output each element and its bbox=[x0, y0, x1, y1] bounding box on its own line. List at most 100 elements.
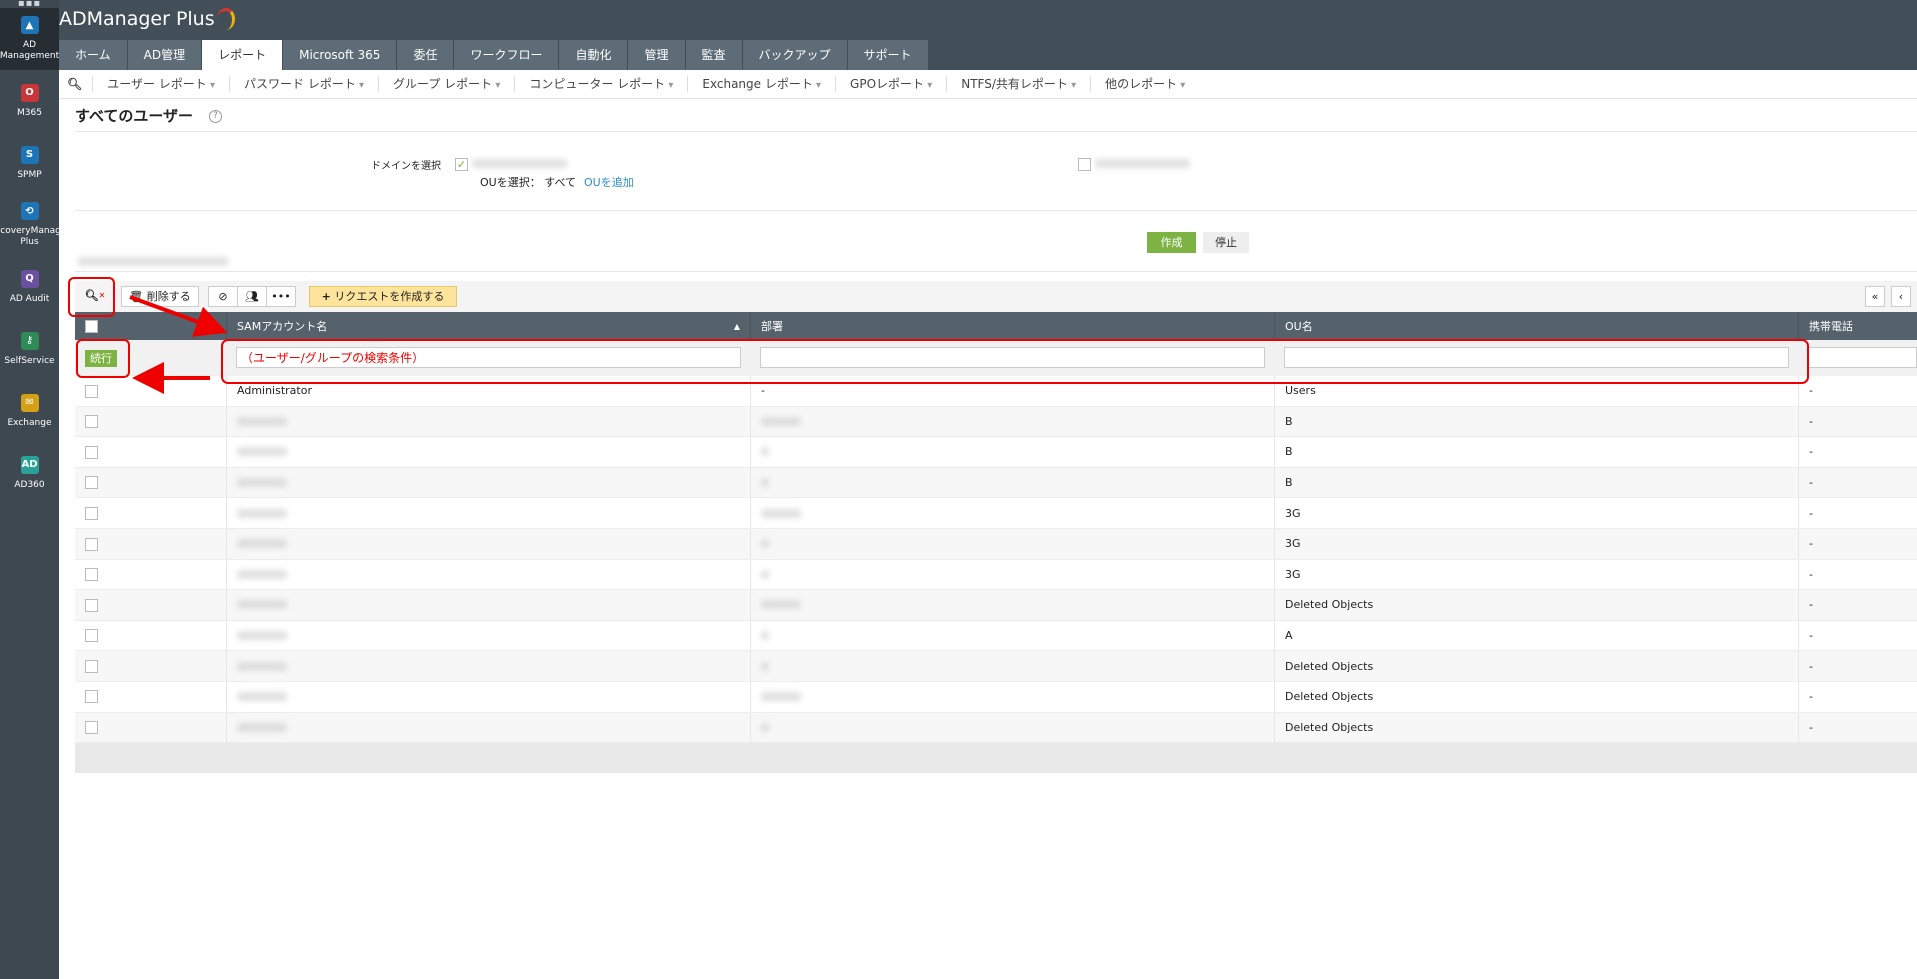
subnav-menu[interactable]: パスワード レポート bbox=[229, 76, 378, 92]
subnav-menu[interactable]: NTFS/共有レポート bbox=[946, 76, 1090, 92]
table-row[interactable]: Deleted Objects - bbox=[75, 712, 1917, 744]
column-header[interactable]: SAMアカウント名 ▲ bbox=[226, 312, 750, 340]
more-button[interactable]: ••• bbox=[266, 286, 296, 307]
row-checkbox[interactable] bbox=[85, 415, 98, 429]
column-header[interactable]: OU名 bbox=[1274, 312, 1798, 340]
sidebar-item-m365[interactable]: O M365 bbox=[0, 70, 59, 132]
redacted-dept bbox=[761, 631, 769, 641]
tab-2[interactable]: レポート bbox=[202, 40, 283, 70]
table-row[interactable]: Administrator - Users - bbox=[75, 376, 1917, 407]
redacted-name bbox=[237, 416, 287, 426]
row-checkbox[interactable] bbox=[85, 445, 98, 459]
first-page-button[interactable]: « bbox=[1865, 286, 1885, 307]
row-checkbox[interactable] bbox=[85, 629, 98, 643]
table-row[interactable]: Deleted Objects - bbox=[75, 590, 1917, 621]
table-row[interactable]: Deleted Objects - bbox=[75, 681, 1917, 713]
go-button[interactable]: 続行 bbox=[85, 349, 117, 367]
tab-10[interactable]: サポート bbox=[847, 40, 928, 70]
subnav-menu[interactable]: ユーザー レポート bbox=[92, 76, 229, 92]
table-row[interactable]: B- bbox=[75, 437, 1917, 468]
sort-asc-icon: ▲ bbox=[733, 321, 740, 331]
dept-filter-input[interactable] bbox=[760, 347, 1265, 368]
table-row[interactable]: 3G - bbox=[75, 498, 1917, 529]
create-request-button[interactable]: + リクエストを作成する bbox=[309, 286, 457, 307]
domain-checkbox-2[interactable] bbox=[1078, 157, 1190, 171]
tab-8[interactable]: 監査 bbox=[685, 40, 742, 70]
redacted-dept bbox=[761, 508, 801, 518]
subnav-menu[interactable]: グループ レポート bbox=[378, 76, 514, 92]
disable-icon[interactable]: ⊘ bbox=[208, 286, 238, 307]
product-icon: ⟲ bbox=[20, 202, 39, 220]
generate-button[interactable]: 作成 bbox=[1147, 232, 1196, 253]
cell-ou: Users bbox=[1285, 384, 1316, 398]
row-checkbox[interactable] bbox=[85, 598, 98, 612]
sidebar-item-label: SelfService bbox=[4, 355, 55, 366]
redacted-dept bbox=[761, 722, 769, 732]
table-row[interactable]: B- bbox=[75, 406, 1917, 438]
subnav-menu[interactable]: コンピューター レポート bbox=[514, 76, 687, 92]
table-row[interactable]: B- bbox=[75, 467, 1917, 499]
cell-ou: Deleted Objects bbox=[1285, 690, 1374, 704]
subnav-menu[interactable]: Exchange レポート bbox=[687, 76, 835, 92]
delete-button[interactable]: 🗑︎ 削除する bbox=[121, 286, 199, 307]
table-row[interactable]: Deleted Objects - bbox=[75, 651, 1917, 682]
prev-page-button[interactable]: ‹ bbox=[1891, 286, 1911, 307]
sidebar-item-spmp[interactable]: S SPMP bbox=[0, 132, 59, 194]
table-row[interactable]: 3G - bbox=[75, 559, 1917, 591]
clear-search-icon[interactable]: 🔍︎✕ bbox=[82, 286, 108, 307]
row-checkbox[interactable] bbox=[85, 537, 98, 551]
sam-filter-input[interactable] bbox=[236, 347, 741, 368]
sidebar-item-label: Exchange bbox=[7, 417, 52, 428]
row-checkbox[interactable] bbox=[85, 690, 98, 704]
tab-0[interactable]: ホーム bbox=[59, 40, 127, 70]
tab-1[interactable]: AD管理 bbox=[127, 40, 202, 70]
row-checkbox[interactable] bbox=[85, 568, 98, 582]
row-checkbox[interactable] bbox=[85, 721, 98, 735]
sidebar-item-ad360[interactable]: AD AD360 bbox=[0, 442, 59, 504]
tab-6[interactable]: 自動化 bbox=[559, 40, 628, 70]
redacted-dept bbox=[761, 692, 801, 702]
phone-filter-input[interactable] bbox=[1808, 347, 1917, 368]
sidebar-item-selfservice[interactable]: ⚷ SelfService bbox=[0, 318, 59, 380]
redacted-name bbox=[237, 478, 287, 488]
row-checkbox[interactable] bbox=[85, 506, 98, 520]
row-checkbox[interactable] bbox=[85, 476, 98, 490]
main-tabs: ホーム AD管理 レポート Microsoft 365 委任 ワークフロー 自動化 管理 監査バ… bbox=[59, 40, 929, 70]
select-all-checkbox[interactable] bbox=[85, 319, 98, 333]
row-checkbox[interactable] bbox=[85, 659, 98, 673]
tab-9[interactable]: バックアップ bbox=[742, 40, 847, 70]
tab-3[interactable]: Microsoft 365 bbox=[283, 40, 397, 70]
subnav-menu[interactable]: 他のレポート bbox=[1090, 76, 1199, 92]
redacted-name bbox=[237, 692, 287, 702]
column-header[interactable]: 部署 bbox=[750, 312, 1274, 340]
stop-button[interactable]: 停止 bbox=[1203, 232, 1249, 253]
sidebar-item-recoverymanager-plus[interactable]: ⟲ RecoveryManager Plus bbox=[0, 194, 70, 256]
cell-ou: Deleted Objects bbox=[1285, 598, 1374, 612]
table-row[interactable]: 3G - bbox=[75, 528, 1917, 560]
redacted-name bbox=[237, 539, 287, 549]
sidebar-item-exchange[interactable]: ✉ Exchange bbox=[0, 380, 59, 442]
sidebar-item-ad-audit[interactable]: Q AD Audit bbox=[0, 256, 59, 318]
cell-phone: - bbox=[1809, 537, 1813, 551]
subnav-menu[interactable]: GPOレポート bbox=[835, 76, 946, 92]
column-header[interactable]: 携帯電話 bbox=[1798, 312, 1917, 340]
sidebar-item-label: M365 bbox=[17, 107, 42, 118]
tab-7[interactable]: 管理 bbox=[628, 40, 685, 70]
redacted-dept bbox=[761, 661, 769, 671]
tab-4[interactable]: 委任 bbox=[397, 40, 454, 70]
user-move-icon[interactable]: 👥︎ bbox=[237, 286, 267, 307]
domain-checkbox-1[interactable]: ✓ bbox=[455, 157, 567, 171]
add-ou-link[interactable]: OUを追加 bbox=[584, 176, 634, 189]
table-toolbar: 🔍︎✕ 🗑︎ 削除する ⊘ 👥︎ ••• + リクエストを作成する « ‹ bbox=[75, 281, 1917, 312]
ou-select: OUを選択： すべて OUを追加 bbox=[480, 176, 634, 189]
row-checkbox[interactable] bbox=[85, 384, 98, 398]
search-icon[interactable]: 🔍︎ bbox=[59, 77, 92, 91]
apps-grid-icon[interactable]: ▪▪▪ bbox=[0, 0, 59, 9]
tab-5[interactable]: ワークフロー bbox=[454, 40, 559, 70]
sidebar-item-ad-management[interactable]: ▲ AD Management bbox=[0, 8, 59, 70]
ou-filter-input[interactable] bbox=[1284, 347, 1789, 368]
domain-label: ドメインを選択 bbox=[371, 161, 441, 172]
table-row[interactable]: A- bbox=[75, 620, 1917, 652]
redacted-name bbox=[237, 722, 287, 732]
help-icon[interactable]: ? bbox=[209, 110, 222, 123]
